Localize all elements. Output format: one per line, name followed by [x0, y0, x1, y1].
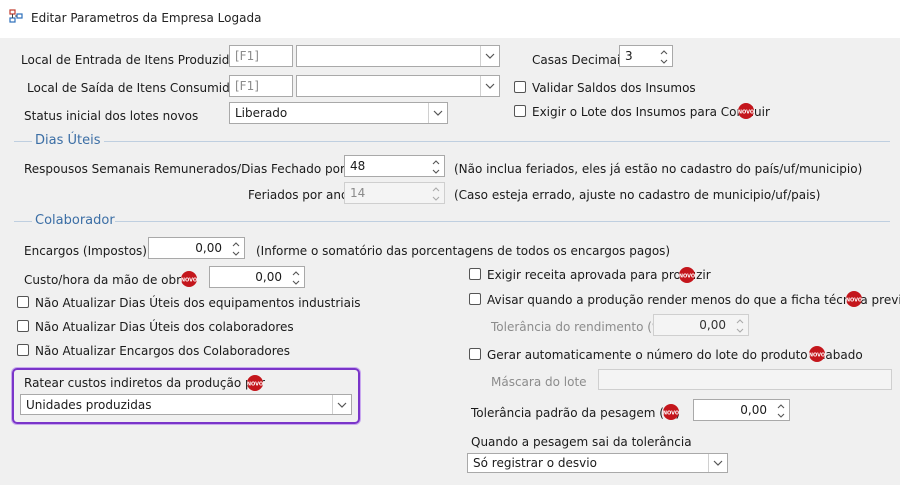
tolerancia-pesagem-label: Tolerância padrão da pesagem (%) — [471, 406, 681, 420]
novo-badge-icon: NOVO — [679, 267, 695, 283]
tolerancia-pesagem-stepper[interactable]: 0,00 — [693, 399, 790, 421]
app-icon — [9, 9, 23, 23]
dias-uteis-section-title: Dias Úteis — [35, 133, 101, 148]
local-saida-code-field[interactable]: [F1] — [229, 75, 293, 97]
ratear-select[interactable]: Unidades produzidas — [20, 394, 352, 415]
novo-badge-icon: NOVO — [738, 103, 754, 119]
chevron-down-icon — [428, 103, 447, 123]
novo-badge-icon: NOVO — [809, 346, 825, 362]
ratear-label: Ratear custos indiretos da produção por — [24, 376, 265, 390]
quando-pesagem-select[interactable]: Só registrar o desvio — [467, 453, 728, 473]
local-entrada-select[interactable] — [296, 45, 500, 67]
novo-badge-icon: NOVO — [181, 271, 197, 287]
chevron-down-icon — [480, 46, 499, 66]
svg-text:NOVO: NOVO — [846, 298, 862, 304]
spinner-icon[interactable] — [229, 239, 243, 257]
local-entrada-label: Local de Entrada de Itens Produzidos — [21, 53, 243, 67]
spinner-icon[interactable] — [429, 184, 443, 202]
section-divider — [104, 141, 890, 142]
svg-text:NOVO: NOVO — [663, 411, 679, 417]
repousos-hint: (Não inclua feriados, eles já estão no c… — [454, 162, 863, 176]
exigir-lote-checkbox[interactable] — [514, 105, 526, 117]
status-select[interactable]: Liberado — [229, 102, 448, 124]
section-divider — [14, 141, 32, 142]
local-saida-select[interactable] — [296, 75, 500, 97]
local-saida-label: Local de Saída de Itens Consumidos — [27, 81, 244, 95]
tolerancia-rendimento-label: Tolerância do rendimento (%) — [491, 320, 669, 334]
nao-atualizar-equipamentos-checkbox[interactable] — [17, 296, 29, 308]
custo-hora-label: Custo/hora da mão de obra: — [24, 273, 193, 287]
custo-hora-stepper[interactable]: 0,00 — [209, 266, 305, 288]
spinner-icon[interactable] — [429, 157, 443, 175]
validar-saldos-label: Validar Saldos dos Insumos — [532, 81, 696, 95]
avisar-producao-checkbox[interactable] — [469, 293, 481, 305]
svg-text:NOVO: NOVO — [809, 353, 825, 359]
validar-saldos-checkbox[interactable] — [514, 81, 526, 93]
title-bar: Editar Parametros da Empresa Logada — [0, 0, 900, 38]
chevron-down-icon — [480, 76, 499, 96]
avisar-producao-label: Avisar quando a produção render menos do… — [487, 293, 900, 307]
gerar-lote-label: Gerar automaticamente o número do lote d… — [487, 348, 863, 362]
chevron-down-icon — [332, 395, 351, 414]
colaborador-section-title: Colaborador — [35, 213, 115, 228]
nao-atualizar-colaboradores-checkbox[interactable] — [17, 320, 29, 332]
nao-atualizar-encargos-checkbox[interactable] — [17, 344, 29, 356]
nao-atualizar-equipamentos-label: Não Atualizar Dias Úteis dos equipamento… — [35, 296, 361, 310]
repousos-stepper[interactable]: 48 — [344, 155, 445, 177]
spinner-icon[interactable] — [733, 316, 747, 334]
gerar-lote-checkbox[interactable] — [469, 348, 481, 360]
novo-badge-icon: NOVO — [846, 291, 862, 307]
mascara-lote-label: Máscara do lote — [491, 375, 587, 389]
encargos-hint: (Informe o somatório das porcentagens de… — [256, 244, 671, 258]
nao-atualizar-encargos-label: Não Atualizar Encargos dos Colaboradores — [35, 344, 291, 358]
feriados-label: Feriados por ano — [248, 188, 349, 202]
svg-text:NOVO: NOVO — [181, 278, 197, 284]
mascara-lote-input[interactable] — [598, 369, 892, 390]
section-divider — [14, 221, 32, 222]
exigir-lote-label: Exigir o Lote dos Insumos para Concluir — [532, 105, 770, 119]
exigir-receita-checkbox[interactable] — [469, 268, 481, 280]
local-entrada-code-field[interactable]: [F1] — [229, 45, 293, 67]
encargos-label: Encargos (Impostos) — [24, 244, 147, 258]
spinner-icon[interactable] — [774, 401, 788, 419]
spinner-icon[interactable] — [657, 47, 671, 65]
casas-decimais-label: Casas Decimais — [532, 53, 627, 67]
form-panel: Local de Entrada de Itens Produzidos [F1… — [0, 38, 900, 485]
spinner-icon[interactable] — [289, 268, 303, 286]
section-divider — [115, 221, 890, 222]
novo-badge-icon: NOVO — [663, 404, 679, 420]
svg-text:NOVO: NOVO — [738, 110, 754, 116]
repousos-label: Respousos Semanais Remunerados/Dias Fech… — [24, 162, 372, 176]
novo-badge-icon: NOVO — [247, 375, 263, 391]
status-label: Status inicial dos lotes novos — [24, 109, 199, 123]
chevron-down-icon — [708, 454, 727, 472]
window-title: Editar Parametros da Empresa Logada — [31, 11, 262, 25]
tolerancia-rendimento-stepper[interactable]: 0,00 — [653, 314, 749, 336]
svg-text:NOVO: NOVO — [247, 382, 263, 388]
svg-text:NOVO: NOVO — [679, 274, 695, 280]
encargos-stepper[interactable]: 0,00 — [148, 237, 245, 259]
casas-decimais-stepper[interactable]: 3 — [619, 45, 673, 67]
feriados-stepper[interactable]: 14 — [344, 182, 445, 204]
nao-atualizar-colaboradores-label: Não Atualizar Dias Úteis dos colaborador… — [35, 320, 294, 334]
quando-pesagem-label: Quando a pesagem sai da tolerância — [471, 435, 692, 449]
feriados-hint: (Caso esteja errado, ajuste no cadastro … — [454, 188, 821, 202]
